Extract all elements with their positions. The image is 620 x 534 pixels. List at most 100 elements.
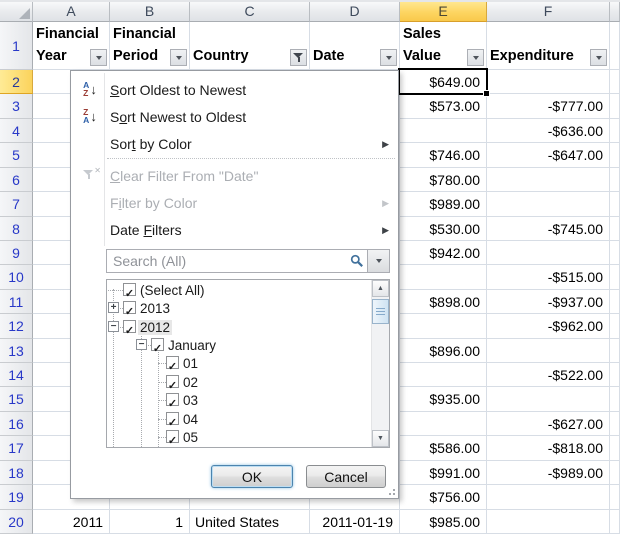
cell-partial-6[interactable] bbox=[610, 168, 620, 192]
row-header-7[interactable]: 7 bbox=[0, 192, 33, 217]
filter-applied-button-country[interactable] bbox=[290, 49, 307, 66]
column-header-A[interactable]: A bbox=[33, 2, 110, 22]
tree-checkbox[interactable] bbox=[166, 356, 179, 369]
search-dropdown-button[interactable] bbox=[367, 249, 390, 273]
tree-item-2013[interactable]: +2013 bbox=[107, 300, 372, 318]
filter-dropdown-button-expenditure[interactable] bbox=[590, 49, 607, 66]
cell-A20[interactable]: 2011 bbox=[33, 510, 110, 534]
cell-F8[interactable]: -$745.00 bbox=[487, 217, 610, 241]
tree-checkbox[interactable] bbox=[123, 283, 136, 296]
field-header-country[interactable]: Country bbox=[190, 22, 310, 70]
cell-E8[interactable]: $530.00 bbox=[400, 217, 487, 241]
menu-item-sort-newest-to-oldest[interactable]: ZA↓Sort Newest to Oldest bbox=[72, 103, 397, 130]
cancel-button[interactable]: Cancel bbox=[306, 465, 386, 488]
cell-partial-3[interactable] bbox=[610, 94, 620, 119]
cell-E15[interactable]: $935.00 bbox=[400, 387, 487, 412]
cell-partial-9[interactable] bbox=[610, 241, 620, 265]
cell-C20[interactable]: United States bbox=[190, 510, 310, 534]
column-header-partial[interactable] bbox=[610, 2, 620, 22]
row-header-1[interactable]: 1 bbox=[0, 22, 33, 70]
row-header-5[interactable]: 5 bbox=[0, 143, 33, 168]
tree-checkbox[interactable] bbox=[123, 301, 136, 314]
tree-item-03[interactable]: 03 bbox=[107, 392, 372, 410]
tree-item-04[interactable]: 04 bbox=[107, 411, 372, 429]
cell-E5[interactable]: $746.00 bbox=[400, 143, 487, 168]
row-header-15[interactable]: 15 bbox=[0, 387, 33, 412]
tree-item-02[interactable]: 02 bbox=[107, 374, 372, 392]
tree-checkbox[interactable] bbox=[123, 320, 136, 333]
cell-F5[interactable]: -$647.00 bbox=[487, 143, 610, 168]
row-header-13[interactable]: 13 bbox=[0, 339, 33, 363]
cell-F3[interactable]: -$777.00 bbox=[487, 94, 610, 119]
row-header-3[interactable]: 3 bbox=[0, 94, 33, 119]
cell-partial-11[interactable] bbox=[610, 290, 620, 314]
cell-partial-1[interactable] bbox=[610, 22, 620, 70]
collapse-minus-icon[interactable]: − bbox=[108, 321, 119, 332]
cell-F17[interactable]: -$818.00 bbox=[487, 436, 610, 461]
cell-F19[interactable] bbox=[487, 485, 610, 510]
tree-checkbox[interactable] bbox=[166, 430, 179, 443]
field-header-financial-year[interactable]: FinancialYear bbox=[33, 22, 110, 70]
cell-F14[interactable]: -$522.00 bbox=[487, 363, 610, 387]
menu-item-date-filters[interactable]: Date Filters▶ bbox=[72, 216, 397, 243]
cell-E10[interactable] bbox=[400, 265, 487, 290]
row-header-12[interactable]: 12 bbox=[0, 314, 33, 339]
field-header-sales-value[interactable]: SalesValue bbox=[400, 22, 487, 70]
row-header-14[interactable]: 14 bbox=[0, 363, 33, 387]
tree-checkbox[interactable] bbox=[166, 375, 179, 388]
cell-F15[interactable] bbox=[487, 387, 610, 412]
cell-partial-4[interactable] bbox=[610, 119, 620, 143]
menu-item-filter-by-color[interactable]: Filter by Color▶ bbox=[72, 189, 397, 216]
cell-F6[interactable] bbox=[487, 168, 610, 192]
cell-E14[interactable] bbox=[400, 363, 487, 387]
scroll-up-button[interactable]: ▲ bbox=[372, 280, 389, 297]
filter-dropdown-button-financial-year[interactable] bbox=[90, 49, 107, 66]
collapse-minus-icon[interactable]: − bbox=[136, 339, 147, 350]
cell-partial-13[interactable] bbox=[610, 339, 620, 363]
cell-F11[interactable]: -$937.00 bbox=[487, 290, 610, 314]
cell-E17[interactable]: $586.00 bbox=[400, 436, 487, 461]
menu-item-sort-by-color[interactable]: Sort by Color▶ bbox=[72, 130, 397, 157]
cell-partial-7[interactable] bbox=[610, 192, 620, 217]
row-header-17[interactable]: 17 bbox=[0, 436, 33, 461]
cell-partial-8[interactable] bbox=[610, 217, 620, 241]
cell-partial-15[interactable] bbox=[610, 387, 620, 412]
cell-F7[interactable] bbox=[487, 192, 610, 217]
cell-E3[interactable]: $573.00 bbox=[400, 94, 487, 119]
tree-item-01[interactable]: 01 bbox=[107, 355, 372, 373]
cell-partial-16[interactable] bbox=[610, 412, 620, 436]
cell-F20[interactable] bbox=[487, 510, 610, 534]
cell-partial-20[interactable] bbox=[610, 510, 620, 534]
menu-item-sort-oldest-to-newest[interactable]: AZ↓Sort Oldest to Newest bbox=[72, 76, 397, 103]
row-header-19[interactable]: 19 bbox=[0, 485, 33, 510]
cell-E6[interactable]: $780.00 bbox=[400, 168, 487, 192]
column-header-D[interactable]: D bbox=[310, 2, 400, 22]
cell-partial-17[interactable] bbox=[610, 436, 620, 461]
scroll-down-button[interactable]: ▼ bbox=[372, 430, 389, 447]
cell-E13[interactable]: $896.00 bbox=[400, 339, 487, 363]
cell-E11[interactable]: $898.00 bbox=[400, 290, 487, 314]
column-header-B[interactable]: B bbox=[110, 2, 190, 22]
column-header-F[interactable]: F bbox=[487, 2, 610, 22]
tree-checkbox[interactable] bbox=[166, 412, 179, 425]
filter-dropdown-button-financial-period[interactable] bbox=[170, 49, 187, 66]
row-header-2[interactable]: 2 bbox=[0, 70, 33, 94]
row-header-6[interactable]: 6 bbox=[0, 168, 33, 192]
search-input[interactable] bbox=[107, 250, 367, 272]
tree-item-partial[interactable] bbox=[107, 447, 372, 448]
column-header-C[interactable]: C bbox=[190, 2, 310, 22]
select-all-corner[interactable] bbox=[0, 2, 33, 22]
tree-item-2012[interactable]: −2012 bbox=[107, 319, 372, 337]
tree-checkbox[interactable] bbox=[151, 338, 164, 351]
cell-F16[interactable]: -$627.00 bbox=[487, 412, 610, 436]
tree-item-select-all[interactable]: (Select All) bbox=[107, 282, 372, 300]
field-header-expenditure[interactable]: Expenditure bbox=[487, 22, 610, 70]
row-header-11[interactable]: 11 bbox=[0, 290, 33, 314]
row-header-10[interactable]: 10 bbox=[0, 265, 33, 290]
cell-F13[interactable] bbox=[487, 339, 610, 363]
fill-handle[interactable] bbox=[483, 90, 490, 97]
tree-item-january[interactable]: −January bbox=[107, 337, 372, 355]
cell-E7[interactable]: $989.00 bbox=[400, 192, 487, 217]
row-header-20[interactable]: 20 bbox=[0, 510, 33, 534]
field-header-date[interactable]: Date bbox=[310, 22, 400, 70]
